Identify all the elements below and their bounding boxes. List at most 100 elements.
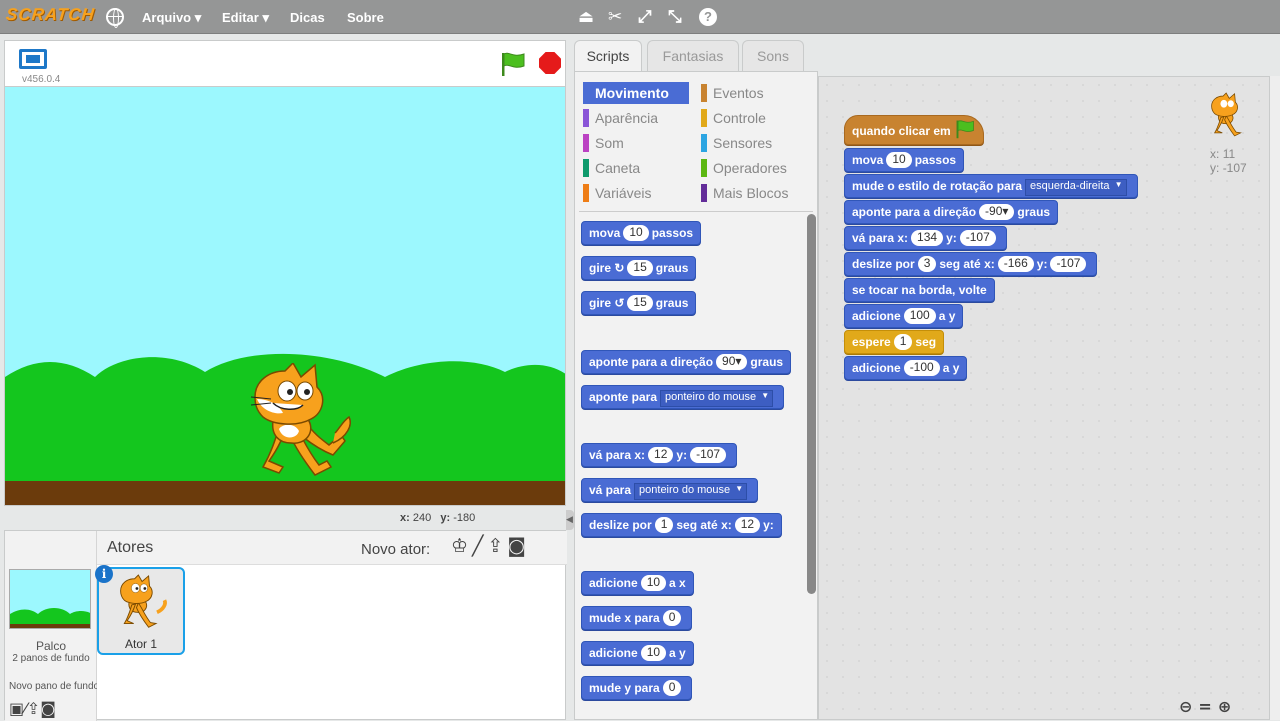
duplicate-icon[interactable]: ⏏ xyxy=(578,7,594,27)
sprite-tile[interactable]: i Ator 1 xyxy=(95,565,185,655)
fullscreen-icon[interactable] xyxy=(19,49,47,69)
menu-arquivo[interactable]: Arquivo ▾ xyxy=(142,10,201,26)
script-block-va-para[interactable]: vá para x: 134 y: -107 xyxy=(844,226,1007,250)
sprite-pane: Palco 2 panos de fundo Novo pano de fund… xyxy=(4,530,567,721)
tab-scripts[interactable]: Scripts xyxy=(574,40,642,72)
tab-sons[interactable]: Sons xyxy=(742,40,804,72)
cat-sprite[interactable] xyxy=(243,363,363,483)
block-number-input[interactable]: 15 xyxy=(627,260,653,276)
zoom-out-icon[interactable]: ⊖ xyxy=(1179,697,1198,716)
block-gire-direita[interactable]: gire ↻ 15 graus xyxy=(581,256,697,280)
block-number-input[interactable]: 12 xyxy=(734,517,761,533)
script-block-adicione-y-2[interactable]: adicione -100 a y xyxy=(844,356,968,380)
block-number-input[interactable]: 0 xyxy=(662,680,682,696)
block-number-input[interactable]: 10 xyxy=(640,645,667,661)
block-number-input[interactable]: -100 xyxy=(903,360,940,376)
block-number-input[interactable]: -107 xyxy=(1050,256,1087,272)
menu-arquivo-label: Arquivo xyxy=(142,10,192,25)
block-number-input[interactable]: -107 xyxy=(690,447,727,463)
block-number-input[interactable]: 0 xyxy=(662,610,682,626)
stage-thumbnail[interactable] xyxy=(9,569,91,629)
block-number-input[interactable]: 12 xyxy=(648,447,674,463)
block-number-input[interactable]: -166 xyxy=(997,256,1034,272)
block-number-input[interactable]: 10 xyxy=(886,152,912,168)
block-gire-esquerda[interactable]: gire ↺ 15 graus xyxy=(581,291,697,315)
stage-backdrop-count: 2 panos de fundo xyxy=(12,653,90,664)
script-block-mova[interactable]: mova 10 passos xyxy=(844,148,965,172)
scratch-logo[interactable]: SCRATCH xyxy=(5,5,96,25)
green-flag-icon[interactable] xyxy=(499,51,527,77)
grow-icon[interactable]: ⤢ xyxy=(638,7,652,27)
sprite-x-label: x: xyxy=(1210,147,1220,161)
stage-header: v456.0.4 xyxy=(4,40,566,86)
sprite-library-icon[interactable]: ♔ xyxy=(451,535,472,557)
block-text: mude o estilo de rotação para xyxy=(852,179,1023,193)
delete-icon[interactable]: ✂ xyxy=(608,7,622,27)
palette-blocks-area: mova 10 passos gire ↻ 15 graus gire ↺ 15 graus… xyxy=(575,72,817,719)
block-mova-passos[interactable]: mova 10 passos xyxy=(581,221,702,245)
block-aponte-direcao[interactable]: aponte para a direção 90▾ graus xyxy=(581,350,792,374)
shrink-icon[interactable]: ⤡ xyxy=(668,7,682,27)
menu-editar[interactable]: Editar ▾ xyxy=(222,10,269,26)
block-text: deslize por xyxy=(852,257,915,271)
sprite-y-label: y: xyxy=(1210,161,1220,175)
block-va-para[interactable]: vá para ponteiro do mouse xyxy=(581,478,759,502)
script-block-se-tocar-borda[interactable]: se tocar na borda, volte xyxy=(844,278,995,302)
block-deslize[interactable]: deslize por 1 seg até x: 12 y: xyxy=(581,513,782,537)
info-icon[interactable]: i xyxy=(95,565,113,583)
block-dropdown[interactable]: esquerda-direita xyxy=(1025,179,1127,196)
block-number-input[interactable]: 100 xyxy=(903,308,936,324)
block-number-input[interactable]: 1 xyxy=(893,334,913,350)
upload-backdrop-icon[interactable]: ⇪ xyxy=(27,699,40,718)
block-text: graus xyxy=(655,261,689,275)
block-text: mude x para xyxy=(589,611,660,625)
script-block-espere[interactable]: espere 1 seg xyxy=(844,330,945,354)
collapse-stage-toggle[interactable]: ◀ xyxy=(566,510,574,530)
block-number-input[interactable]: 10 xyxy=(623,225,649,241)
block-number-input[interactable]: 1 xyxy=(654,517,674,533)
block-number-input[interactable]: 90▾ xyxy=(716,354,748,370)
block-number-input[interactable]: -107 xyxy=(959,230,996,246)
script-area[interactable]: quando clicar em mova 10 passos mude o est… xyxy=(818,76,1270,720)
camera-backdrop-icon[interactable]: ◙ xyxy=(40,699,56,718)
stage-thumbnail-hills xyxy=(10,608,90,628)
sprite-y-value: -107 xyxy=(1222,161,1247,175)
upload-sprite-icon[interactable]: ⇪ xyxy=(488,535,508,557)
block-text: se tocar na borda, volte xyxy=(852,283,987,297)
block-text: graus xyxy=(750,355,784,369)
help-icon[interactable]: ? xyxy=(699,8,717,26)
block-adicione-x[interactable]: adicione 10 a x xyxy=(581,571,694,595)
script-block-estilo-rotacao[interactable]: mude o estilo de rotação para esquerda-di… xyxy=(844,174,1138,198)
block-number-input[interactable]: 10 xyxy=(640,575,667,591)
script-block-adicione-y[interactable]: adicione 100 a y xyxy=(844,304,964,328)
block-aponte-para[interactable]: aponte para ponteiro do mouse xyxy=(581,385,785,409)
backdrop-library-icon[interactable]: ▣ xyxy=(9,699,24,718)
block-mude-x[interactable]: mude x para 0 xyxy=(581,606,693,630)
camera-sprite-icon[interactable]: ◙ xyxy=(507,535,529,557)
block-text: aponte para a direção xyxy=(852,205,977,219)
script-block-aponte-direcao[interactable]: aponte para a direção -90▾ graus xyxy=(844,200,1059,224)
script-block-quando-clicar[interactable]: quando clicar em xyxy=(844,115,985,145)
sprite-x-value: 11 xyxy=(1222,147,1236,161)
menu-sobre[interactable]: Sobre xyxy=(347,10,384,25)
zoom-in-icon[interactable]: ⊕ xyxy=(1218,697,1237,716)
menu-dicas-label: Dicas xyxy=(290,10,325,25)
block-dropdown[interactable]: ponteiro do mouse xyxy=(660,390,774,407)
menu-dicas[interactable]: Dicas xyxy=(290,10,325,25)
block-number-input[interactable]: -90▾ xyxy=(979,204,1015,220)
stage-canvas[interactable] xyxy=(4,86,566,506)
language-globe-icon[interactable] xyxy=(106,8,124,28)
script-block-deslize[interactable]: deslize por 3 seg até x: -166 y: -107 xyxy=(844,252,1098,276)
block-mude-y[interactable]: mude y para 0 xyxy=(581,676,693,700)
block-adicione-y[interactable]: adicione 10 a y xyxy=(581,641,694,665)
stage-label: Palco xyxy=(35,639,67,653)
block-va-para-xy[interactable]: vá para x: 12 y: -107 xyxy=(581,443,738,467)
block-number-input[interactable]: 134 xyxy=(911,230,944,246)
block-dropdown[interactable]: ponteiro do mouse xyxy=(634,483,748,500)
stop-icon[interactable] xyxy=(539,52,561,74)
block-number-input[interactable]: 15 xyxy=(627,295,653,311)
tab-fantasias[interactable]: Fantasias xyxy=(647,40,739,72)
block-number-input[interactable]: 3 xyxy=(917,256,937,272)
paint-sprite-icon[interactable]: ╱ xyxy=(472,535,487,557)
zoom-reset-icon[interactable]: = xyxy=(1198,697,1217,716)
